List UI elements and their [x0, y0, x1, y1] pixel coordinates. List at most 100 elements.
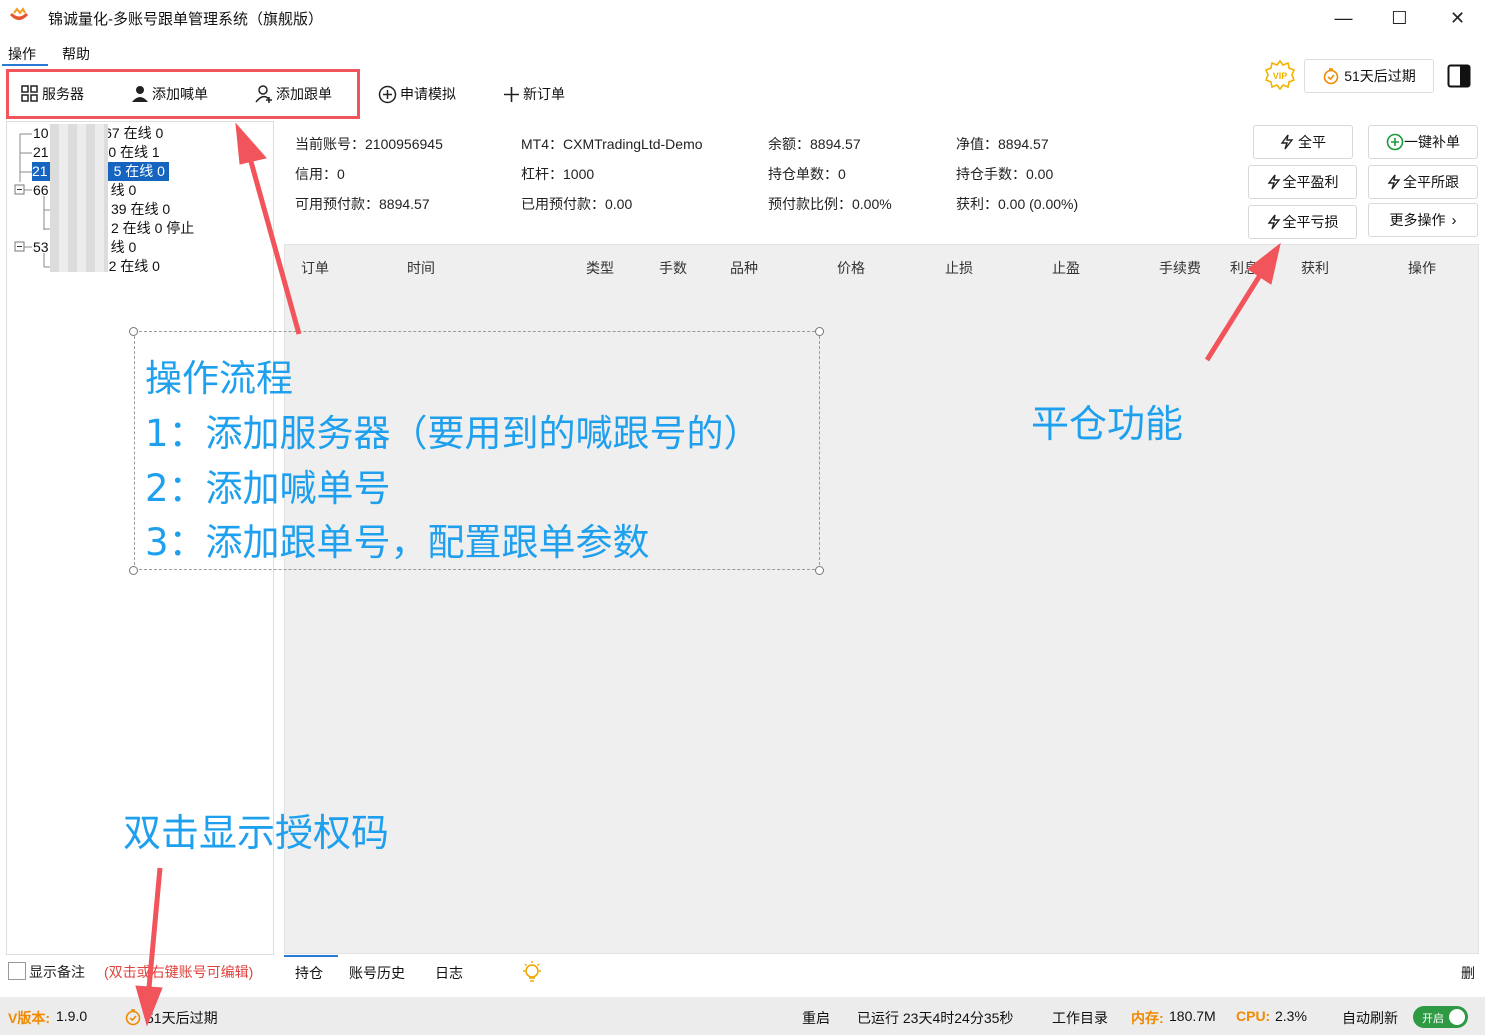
- minimize-button[interactable]: —: [1316, 0, 1371, 36]
- col-stoploss[interactable]: 止损: [945, 258, 973, 278]
- lightning-icon: [1387, 174, 1401, 190]
- apply-demo-label: 申请模拟: [400, 86, 456, 102]
- close-loss-button[interactable]: 全平亏损: [1248, 205, 1357, 239]
- col-lots[interactable]: 手数: [659, 258, 687, 278]
- col-profit[interactable]: 获利: [1301, 258, 1329, 278]
- auto-refresh-label: 自动刷新: [1342, 1010, 1398, 1026]
- user-filled-icon: [132, 86, 148, 102]
- toggle-label: 开启: [1422, 1013, 1444, 1025]
- cpu-value: 2.3%: [1275, 1008, 1307, 1024]
- annotation-handle: [129, 327, 138, 336]
- timer-icon: [124, 1008, 142, 1029]
- new-order-button[interactable]: 新订单: [503, 83, 565, 105]
- apply-demo-button[interactable]: 申请模拟: [378, 83, 456, 105]
- col-time[interactable]: 时间: [407, 258, 435, 278]
- annotation-step2: 2：添加喊单号: [145, 467, 391, 510]
- plus-icon: [504, 86, 519, 102]
- position-lots: 持仓手数：0.00: [956, 166, 1054, 182]
- col-order[interactable]: 订单: [301, 258, 329, 278]
- close-followed-label: 全平所跟: [1403, 174, 1459, 190]
- col-commission[interactable]: 手续费: [1159, 258, 1201, 278]
- close-profit-label: 全平盈利: [1282, 174, 1339, 190]
- col-symbol[interactable]: 品种: [730, 258, 758, 278]
- tab-log[interactable]: 日志: [435, 963, 463, 983]
- note-hint: (双击或右键账号可编辑): [104, 964, 254, 980]
- toggle-knob: [1449, 1009, 1465, 1025]
- timer-icon: [1323, 68, 1339, 85]
- col-price[interactable]: 价格: [837, 258, 865, 278]
- memory-value: 180.7M: [1169, 1008, 1216, 1024]
- lightning-icon: [1280, 134, 1294, 150]
- col-takeprofit[interactable]: 止盈: [1052, 258, 1080, 278]
- add-follow-button[interactable]: 添加跟单: [255, 83, 332, 105]
- current-account: 当前账号：2100956945: [295, 136, 443, 152]
- workdir-button[interactable]: 工作目录: [1052, 1008, 1108, 1028]
- close-followed-button[interactable]: 全平所跟: [1368, 165, 1478, 199]
- close-all-label: 全平: [1298, 134, 1326, 150]
- menu-operate[interactable]: 操作: [8, 44, 36, 64]
- server-label: 服务器: [42, 86, 84, 102]
- add-one-button[interactable]: 一键补单: [1368, 125, 1478, 159]
- free-margin: 可用预付款：8894.57: [295, 196, 430, 212]
- tab-active-indicator: [284, 955, 338, 957]
- delete-button[interactable]: 删: [1461, 963, 1475, 983]
- close-loss-label: 全平亏损: [1282, 214, 1339, 230]
- restart-button[interactable]: 重启: [802, 1008, 830, 1028]
- app-logo-icon: [8, 7, 30, 30]
- close-profit-button[interactable]: 全平盈利: [1248, 165, 1357, 199]
- memory-label: 内存:: [1131, 1010, 1164, 1026]
- auto-refresh-toggle[interactable]: 开启: [1413, 1006, 1468, 1028]
- new-order-label: 新订单: [523, 86, 565, 102]
- user-add-icon: [255, 85, 272, 103]
- col-swap[interactable]: 利息: [1230, 258, 1258, 278]
- position-count: 持仓单数：0: [768, 166, 846, 182]
- lightbulb-icon[interactable]: [521, 960, 543, 987]
- cpu-label: CPU:: [1236, 1008, 1271, 1024]
- lightning-icon: [1267, 174, 1280, 190]
- add-shout-label: 添加喊单: [152, 86, 208, 102]
- col-type[interactable]: 类型: [586, 258, 614, 278]
- annotation-handle: [815, 327, 824, 336]
- annotation-flow-title: 操作流程: [145, 357, 293, 400]
- expire-label: 51天后过期: [1344, 68, 1416, 84]
- running-time: 已运行 23天4时24分35秒: [857, 1010, 1014, 1026]
- plus-circle-icon: [378, 85, 397, 103]
- tree-item[interactable]: 39 在线 0: [111, 200, 170, 219]
- close-button[interactable]: ✕: [1430, 0, 1485, 36]
- more-actions-label: 更多操作: [1389, 212, 1446, 228]
- privacy-mosaic: [50, 124, 108, 272]
- tree-item[interactable]: 2 在线 0 停止: [111, 219, 194, 238]
- show-note-checkbox[interactable]: [8, 962, 26, 980]
- balance: 余额：8894.57: [768, 136, 861, 152]
- add-one-label: 一键补单: [1404, 134, 1460, 150]
- vip-text: VIP: [1273, 71, 1288, 81]
- annotation-handle: [815, 566, 824, 575]
- tab-account-history[interactable]: 账号历史: [349, 963, 405, 983]
- add-follow-label: 添加跟单: [276, 86, 332, 102]
- col-action[interactable]: 操作: [1408, 258, 1436, 278]
- vip-badge-icon[interactable]: VIP: [1264, 59, 1296, 94]
- maximize-button[interactable]: ☐: [1372, 0, 1427, 36]
- profit: 获利：0.00 (0.00%): [956, 196, 1079, 212]
- version-value: 1.9.0: [56, 1008, 88, 1024]
- panel-toggle-icon[interactable]: [1447, 64, 1471, 91]
- leverage: 杠杆：1000: [521, 166, 595, 182]
- close-all-button[interactable]: 全平: [1253, 125, 1353, 159]
- status-expire[interactable]: 51天后过期: [146, 1008, 218, 1028]
- annotation-close-function: 平仓功能: [1031, 402, 1184, 446]
- server-button[interactable]: 服务器: [21, 83, 84, 105]
- grid-icon: [21, 85, 38, 102]
- lightning-icon: [1267, 214, 1280, 230]
- tab-positions[interactable]: 持仓: [295, 963, 323, 983]
- more-actions-button[interactable]: 更多操作 ›: [1368, 203, 1478, 237]
- add-shout-button[interactable]: 添加喊单: [131, 83, 208, 105]
- menu-active-indicator: [2, 64, 48, 66]
- equity: 净值：8894.57: [956, 136, 1049, 152]
- expire-button[interactable]: 51天后过期: [1304, 59, 1434, 93]
- show-note-label: 显示备注: [29, 964, 85, 980]
- credit: 信用：0: [295, 166, 345, 182]
- mt4-server: MT4：CXMTradingLtd-Demo: [521, 136, 703, 152]
- annotation-handle: [129, 566, 138, 575]
- menu-help[interactable]: 帮助: [62, 44, 90, 64]
- annotation-step1: 1：添加服务器（要用到的喊跟号的）: [145, 412, 761, 455]
